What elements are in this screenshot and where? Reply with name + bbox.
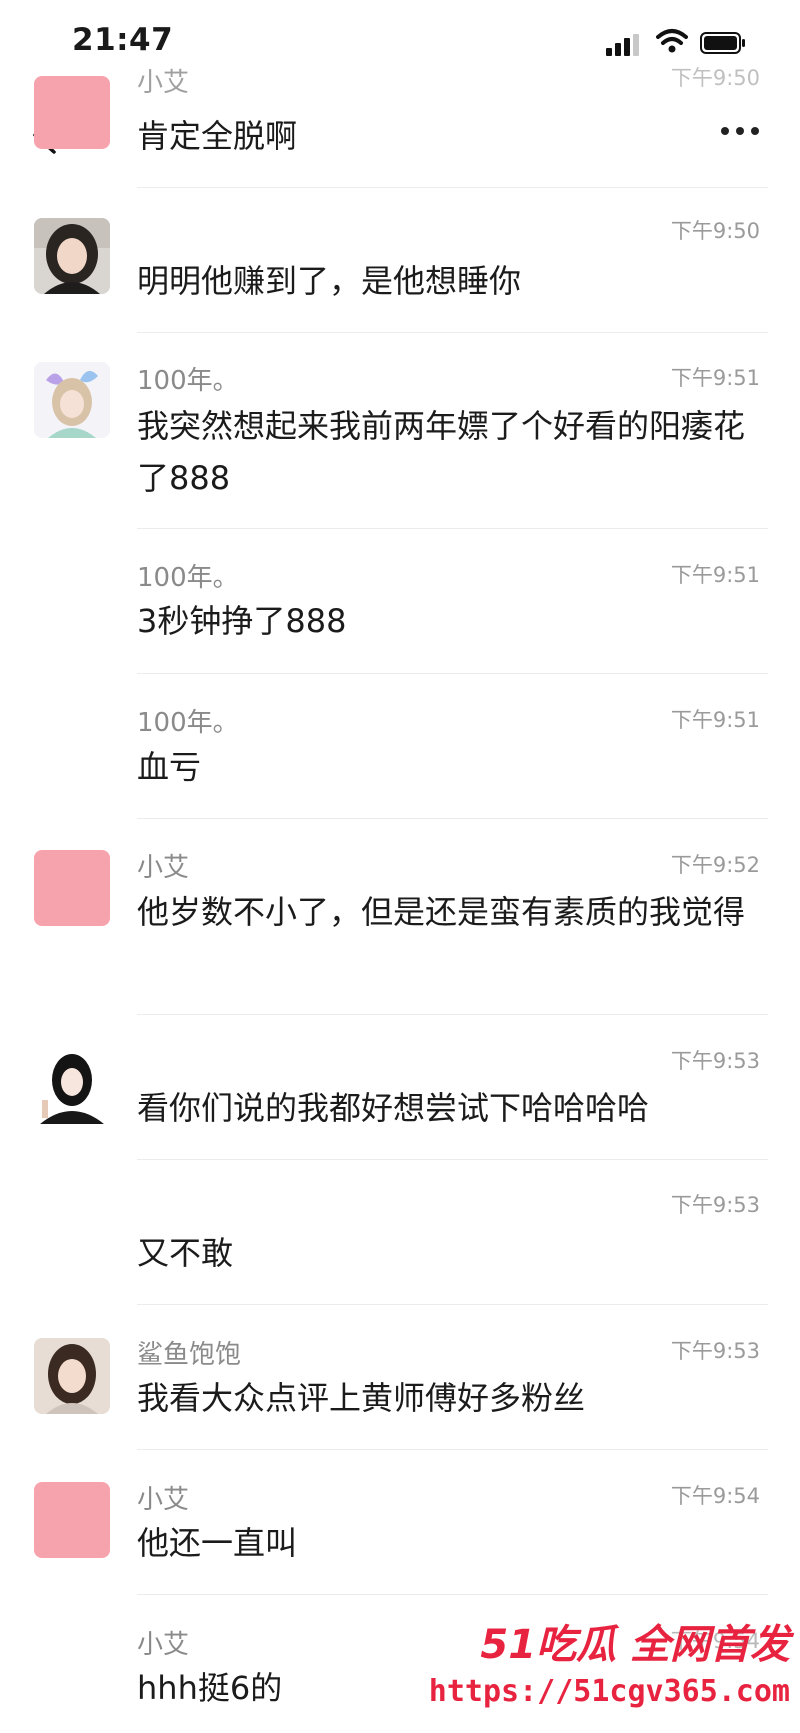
avatar-photo xyxy=(34,1338,110,1414)
avatar[interactable] xyxy=(34,1338,110,1414)
avatar[interactable] xyxy=(34,850,110,926)
message-sender: 100年。 xyxy=(137,366,239,396)
message-sender: 小艾 xyxy=(137,1485,190,1515)
message-time: 下午9:50 xyxy=(670,219,760,243)
avatar[interactable] xyxy=(34,362,110,438)
watermark-url: https://51cgv365.com xyxy=(428,1674,790,1709)
signal-icon xyxy=(606,34,639,56)
message-text: 3秒钟挣了888 xyxy=(137,602,347,640)
message-text: 肯定全脱啊 xyxy=(137,117,298,155)
message-text: 明明他赚到了，是他想睡你 xyxy=(137,262,522,300)
message-time: 下午9:54 xyxy=(670,1484,760,1508)
message-time: 下午9:53 xyxy=(670,1339,760,1363)
avatar-illustration xyxy=(34,362,110,438)
divider xyxy=(137,673,768,674)
message-sender: 小艾 xyxy=(137,853,190,883)
divider xyxy=(137,1304,768,1305)
divider xyxy=(137,1594,768,1595)
divider xyxy=(137,528,768,529)
battery-icon xyxy=(700,32,745,54)
divider xyxy=(137,1014,768,1015)
message-time: 下午9:53 xyxy=(670,1193,760,1217)
avatar-illustration xyxy=(34,1048,110,1124)
message-text: 血亏 xyxy=(137,748,202,786)
watermark-brand: 51吃瓜 全网首发 xyxy=(480,1622,790,1668)
message-sender: 100年。 xyxy=(137,563,239,593)
divider xyxy=(137,818,768,819)
message-text: 他岁数不小了，但是还是蛮有素质的我觉得 xyxy=(137,893,746,931)
message-sender: 100年。 xyxy=(137,708,239,738)
message-sender: 鲨鱼饱饱 xyxy=(137,1340,242,1370)
message-text: 他还一直叫 xyxy=(137,1524,298,1562)
message-time: 下午9:51 xyxy=(670,366,760,390)
avatar-photo xyxy=(34,218,110,294)
message-sender: 小艾 xyxy=(137,1630,190,1660)
message-text: 看你们说的我都好想尝试下哈哈哈哈 xyxy=(137,1089,650,1127)
message-time: 下午9:51 xyxy=(670,563,760,587)
avatar[interactable] xyxy=(34,1482,110,1558)
wifi-icon xyxy=(656,29,688,53)
message-text: 我突然想起来我前两年嫖了个好看的阳痿花了888 xyxy=(137,407,746,497)
message-time: 下午9:51 xyxy=(670,708,760,732)
divider xyxy=(137,332,768,333)
message-time: 下午9:52 xyxy=(670,853,760,877)
divider xyxy=(137,1159,768,1160)
status-time: 21:47 xyxy=(72,22,174,58)
message-text: 又不敢 xyxy=(137,1234,234,1272)
message-time: 下午9:50 xyxy=(670,66,760,90)
avatar[interactable] xyxy=(34,1048,110,1124)
divider xyxy=(137,187,768,188)
message-sender: 小艾 xyxy=(137,68,190,98)
avatar[interactable] xyxy=(34,76,110,149)
watermark: 51吃瓜 全网首发 https://51cgv365.com xyxy=(429,1612,800,1733)
divider xyxy=(137,1449,768,1450)
avatar[interactable] xyxy=(34,218,110,294)
message-time: 下午9:53 xyxy=(670,1049,760,1073)
message-text: 我看大众点评上黄师傅好多粉丝 xyxy=(137,1379,586,1417)
